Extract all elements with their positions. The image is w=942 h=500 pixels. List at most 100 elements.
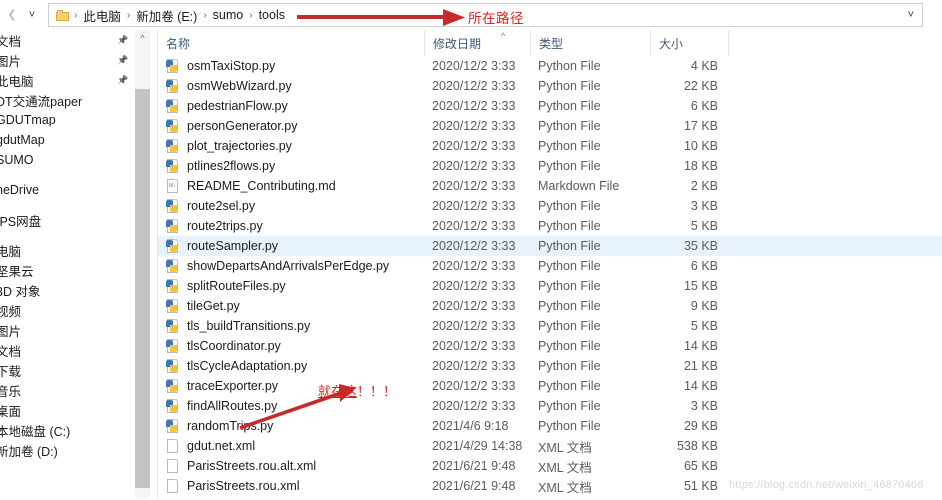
- breadcrumb-item-3[interactable]: tools: [255, 8, 289, 22]
- file-name-cell[interactable]: osmTaxiStop.py: [166, 59, 275, 74]
- table-row[interactable]: route2trips.py2020/12/2 3:33Python File5…: [158, 216, 942, 236]
- column-header-blank[interactable]: [728, 30, 942, 56]
- nav-item[interactable]: 文档📌: [0, 30, 135, 50]
- nav-item[interactable]: 文档: [0, 340, 135, 360]
- back-arrow-icon[interactable]: ❮: [2, 2, 22, 28]
- file-type-cell: Python File: [538, 159, 601, 173]
- file-date-cell: 2021/4/6 9:18: [432, 419, 508, 433]
- nav-item-label: /PS网盘: [0, 211, 41, 230]
- pin-icon[interactable]: 📌: [117, 35, 127, 45]
- scrollbar-thumb[interactable]: [135, 89, 150, 489]
- table-row[interactable]: osmWebWizard.py2020/12/2 3:33Python File…: [158, 76, 942, 96]
- file-name-cell[interactable]: ParisStreets.rou.alt.xml: [166, 459, 316, 474]
- table-row[interactable]: splitRouteFiles.py2020/12/2 3:33Python F…: [158, 276, 942, 296]
- nav-item-label: gdutMap: [0, 133, 45, 147]
- chevron-down-icon[interactable]: ˅: [22, 2, 42, 28]
- file-name-cell[interactable]: route2trips.py: [166, 219, 263, 234]
- nav-item[interactable]: 下载: [0, 360, 135, 380]
- nav-item-label: 文档: [0, 341, 21, 360]
- file-size-cell-text: 51 KB: [684, 479, 718, 493]
- breadcrumb-item-2[interactable]: sumo: [209, 8, 248, 22]
- file-name-cell[interactable]: tileGet.py: [166, 299, 240, 314]
- file-size-cell: 3 KB: [658, 199, 718, 213]
- file-type-cell: XML 文档: [538, 437, 592, 456]
- pin-icon[interactable]: 📌: [117, 75, 127, 85]
- file-type-cell: Python File: [538, 59, 601, 73]
- file-name-cell[interactable]: tlsCycleAdaptation.py: [166, 359, 307, 374]
- table-row[interactable]: routeSampler.py2020/12/2 3:33Python File…: [158, 236, 942, 256]
- file-name-cell[interactable]: showDepartsAndArrivalsPerEdge.py: [166, 259, 389, 274]
- nav-item[interactable]: 视频: [0, 300, 135, 320]
- file-date-cell-text: 2020/12/2 3:33: [432, 259, 515, 273]
- breadcrumb-separator: ›: [247, 10, 254, 21]
- file-list[interactable]: osmTaxiStop.py2020/12/2 3:33Python File4…: [158, 56, 942, 500]
- nav-item-label: 图片: [0, 321, 21, 340]
- file-name-cell[interactable]: ptlines2flows.py: [166, 159, 275, 174]
- file-name-cell[interactable]: M↓README_Contributing.md: [166, 179, 336, 194]
- pin-icon[interactable]: 📌: [117, 55, 127, 65]
- nav-item[interactable]: 本地磁盘 (C:): [0, 420, 135, 440]
- nav-item[interactable]: 坚果云: [0, 260, 135, 280]
- file-name: pedestrianFlow.py: [187, 99, 288, 113]
- nav-item[interactable]: 新加卷 (D:): [0, 440, 135, 460]
- file-name-cell[interactable]: splitRouteFiles.py: [166, 279, 286, 294]
- file-name-cell[interactable]: tls_buildTransitions.py: [166, 319, 310, 334]
- file-size-cell: 51 KB: [658, 479, 718, 493]
- table-row[interactable]: ParisStreets.rou.alt.xml2021/6/21 9:48XM…: [158, 456, 942, 476]
- scroll-up-icon[interactable]: ^: [135, 30, 150, 46]
- table-row[interactable]: tileGet.py2020/12/2 3:33Python File9 KB: [158, 296, 942, 316]
- file-name-cell[interactable]: osmWebWizard.py: [166, 79, 292, 94]
- table-row[interactable]: tlsCoordinator.py2020/12/2 3:33Python Fi…: [158, 336, 942, 356]
- markdown-file-icon: M↓: [166, 179, 180, 194]
- table-row[interactable]: osmTaxiStop.py2020/12/2 3:33Python File4…: [158, 56, 942, 76]
- table-row[interactable]: tlsCycleAdaptation.py2020/12/2 3:33Pytho…: [158, 356, 942, 376]
- python-file-icon: [166, 59, 180, 74]
- file-type-cell-text: Python File: [538, 199, 601, 213]
- file-name-cell[interactable]: personGenerator.py: [166, 119, 298, 134]
- file-size-cell-text: 17 KB: [684, 119, 718, 133]
- table-row[interactable]: showDepartsAndArrivalsPerEdge.py 2020/12/…: [158, 256, 942, 276]
- column-header-size[interactable]: 大小: [650, 30, 728, 56]
- column-header-date[interactable]: 修改日期 ^: [424, 30, 530, 56]
- nav-item[interactable]: gdutMap: [0, 130, 135, 150]
- table-row[interactable]: M↓README_Contributing.md2020/12/2 3:33Ma…: [158, 176, 942, 196]
- nav-item[interactable]: 电脑: [0, 240, 135, 260]
- nav-item[interactable]: 音乐: [0, 380, 135, 400]
- file-name: gdut.net.xml: [187, 439, 255, 453]
- table-row[interactable]: ptlines2flows.py2020/12/2 3:33Python Fil…: [158, 156, 942, 176]
- file-name-cell[interactable]: tlsCoordinator.py: [166, 339, 281, 354]
- nav-item[interactable]: 3D 对象: [0, 280, 135, 300]
- nav-item[interactable]: DT交通流paper: [0, 90, 135, 110]
- file-name-cell[interactable]: route2sel.py: [166, 199, 255, 214]
- table-row[interactable]: gdut.net.xml2021/4/29 14:38XML 文档538 KB: [158, 436, 942, 456]
- file-name-cell[interactable]: ParisStreets.rou.xml: [166, 479, 300, 494]
- chevron-down-icon[interactable]: ˅: [908, 9, 914, 21]
- nav-item-label: 坚果云: [0, 261, 34, 280]
- table-row[interactable]: tls_buildTransitions.py2020/12/2 3:33Pyt…: [158, 316, 942, 336]
- file-size-cell-text: 15 KB: [684, 279, 718, 293]
- file-name-cell[interactable]: pedestrianFlow.py: [166, 99, 288, 114]
- nav-item[interactable]: 此电脑📌: [0, 70, 135, 90]
- column-header-name[interactable]: 名称: [158, 30, 424, 56]
- table-row[interactable]: plot_trajectories.py2020/12/2 3:33Python…: [158, 136, 942, 156]
- breadcrumb-item-1[interactable]: 新加卷 (E:): [132, 6, 201, 25]
- nav-item[interactable]: 桌面: [0, 400, 135, 420]
- nav-item[interactable]: SUMO: [0, 150, 135, 170]
- file-name-cell[interactable]: plot_trajectories.py: [166, 139, 292, 154]
- file-size-cell: 14 KB: [658, 379, 718, 393]
- nav-item[interactable]: /PS网盘: [0, 210, 135, 230]
- table-row[interactable]: route2sel.py2020/12/2 3:33Python File3 K…: [158, 196, 942, 216]
- table-row[interactable]: pedestrianFlow.py2020/12/2 3:33Python Fi…: [158, 96, 942, 116]
- file-date-cell: 2020/12/2 3:33: [432, 119, 515, 133]
- nav-item[interactable]: neDrive: [0, 180, 135, 200]
- file-size-cell-text: 65 KB: [684, 459, 718, 473]
- nav-item[interactable]: GDUTmap: [0, 110, 135, 130]
- nav-item[interactable]: 图片: [0, 320, 135, 340]
- navigation-scrollbar[interactable]: ^: [135, 30, 150, 500]
- file-name-cell[interactable]: gdut.net.xml: [166, 439, 255, 454]
- column-header-type[interactable]: 类型: [530, 30, 650, 56]
- file-name-cell[interactable]: routeSampler.py: [166, 239, 278, 254]
- table-row[interactable]: personGenerator.py2020/12/2 3:33Python F…: [158, 116, 942, 136]
- nav-item[interactable]: 图片📌: [0, 50, 135, 70]
- breadcrumb-item-0[interactable]: 此电脑: [79, 6, 125, 25]
